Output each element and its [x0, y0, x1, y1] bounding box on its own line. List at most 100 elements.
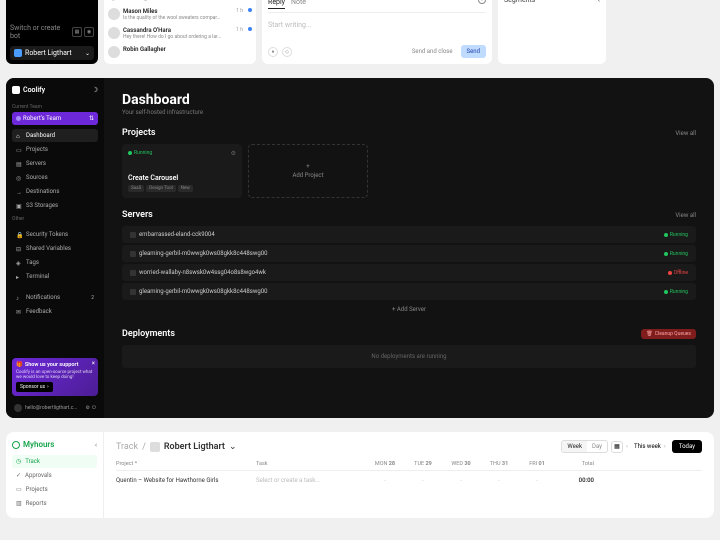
nav-notifications[interactable]: ♪Notifications2 [12, 291, 98, 304]
th-day: WED 30 [442, 461, 480, 467]
servers-heading: Servers [122, 210, 153, 220]
cell-day[interactable]: - [442, 477, 480, 484]
nav-track[interactable]: ◷Track [12, 455, 97, 468]
chat-item[interactable]: Mason Miles Is the quality of the wool s… [108, 6, 252, 23]
nav-tags[interactable]: ◈Tags [12, 256, 98, 269]
bookmark-icon[interactable]: ◇ [282, 47, 292, 57]
cell-project[interactable]: Quentin – Website for Hawthorne Girls [116, 477, 256, 484]
breadcrumb-user[interactable]: Robert Ligthart [164, 442, 225, 452]
server-row[interactable]: gleaming-gerbil-m0wwgk0ws08gkk8c448swg00… [122, 283, 696, 300]
destination-icon: → [16, 189, 22, 195]
chat-list: My order tracking number doesn't work? M… [104, 0, 256, 64]
breadcrumb-section[interactable]: Track [116, 442, 138, 452]
status-dot-icon [664, 233, 668, 237]
nav-feedback[interactable]: ✉Feedback [12, 305, 98, 318]
server-row[interactable]: worried-wallaby-n8swsk0w4ssg04o8s8wgo4wk… [122, 264, 696, 281]
sponsor-button[interactable]: Sponsor us› [16, 382, 53, 392]
server-icon [130, 251, 136, 257]
collapse-icon[interactable]: ‹ [95, 441, 97, 449]
nav-s3[interactable]: ▣S3 Storages [12, 199, 98, 212]
bot-switcher-panel: Switch or create bot ▦ ◉ Robert Ligthart… [6, 0, 98, 64]
user-footer[interactable]: hello@robertligthart.c... ⚙⏻ [12, 400, 98, 412]
chevron-left-icon: ‹ [598, 0, 600, 4]
logout-icon[interactable]: ⏻ [92, 405, 96, 411]
team-dot-icon [16, 116, 21, 121]
storage-icon: ▣ [16, 203, 22, 209]
cleanup-button[interactable]: 🗑Cleanup Queues [641, 329, 696, 339]
cell-task[interactable]: Select or create a task... [256, 477, 366, 484]
coolify-app: Coolify ☽ Current Team Robert's Team ⇅ ⌂… [6, 78, 714, 418]
voice-icon[interactable]: ● [268, 47, 278, 57]
settings-icon[interactable]: ⚙ [86, 405, 90, 411]
bell-icon: ♪ [16, 295, 22, 301]
moon-icon[interactable]: ☽ [92, 86, 98, 94]
nav-terminal[interactable]: ▸Terminal [12, 270, 98, 283]
cell-day[interactable]: - [404, 477, 442, 484]
send-button[interactable]: Send [461, 45, 486, 58]
chat-time: 1 h [236, 8, 243, 14]
chat-item[interactable]: Cassandra O'Hara Hey there! How do I go … [108, 25, 252, 42]
team-selector[interactable]: Robert's Team ⇅ [12, 112, 98, 125]
current-user-chip[interactable]: Robert Ligthart ⌄ [10, 46, 94, 60]
chat-preview: Is the quality of the wool sweaters comp… [123, 15, 223, 21]
add-project-button[interactable]: + Add Project [248, 144, 368, 198]
table-row[interactable]: Quentin – Website for Hawthorne Girls Se… [116, 471, 702, 490]
chat-name: Mason Miles [123, 8, 157, 15]
cell-day[interactable]: - [366, 477, 404, 484]
period-label[interactable]: This week [634, 443, 661, 450]
nav-dashboard[interactable]: ⌂Dashboard [12, 129, 98, 142]
server-icon [130, 270, 136, 276]
avatar-icon [150, 442, 160, 452]
logo-icon [12, 86, 20, 94]
nav-destinations[interactable]: →Destinations [12, 185, 98, 198]
nav-approvals[interactable]: ✓Approvals [12, 469, 97, 482]
support-text: Coolify is an open-source project what w… [16, 370, 94, 380]
logo[interactable]: Coolify ☽ [12, 84, 98, 100]
logo-icon [12, 441, 20, 449]
nav-shared[interactable]: ⊟Shared Variables [12, 242, 98, 255]
folder-icon: ▭ [16, 486, 22, 493]
avatar-icon [14, 404, 22, 412]
logo[interactable]: Myhours ‹ [12, 440, 97, 449]
status-dot-icon [668, 271, 672, 275]
tab-note[interactable]: Note [291, 0, 306, 9]
nav-servers[interactable]: ▤Servers [12, 157, 98, 170]
gift-icon: 🎁 [16, 362, 23, 368]
nav-reports[interactable]: ▥Reports [12, 497, 97, 510]
today-button[interactable]: Today [672, 440, 702, 453]
reply-input[interactable]: Start writing... [268, 13, 486, 43]
calendar-icon[interactable]: ▦ [611, 441, 623, 453]
nav-projects[interactable]: ▭Projects [12, 483, 97, 496]
view-week[interactable]: Week [562, 441, 587, 452]
close-icon[interactable]: × [92, 360, 95, 367]
cell-day[interactable]: - [480, 477, 518, 484]
person-icon[interactable]: ◉ [84, 27, 94, 37]
server-icon [130, 232, 136, 238]
server-row[interactable]: embarrassed-eland-cck9004Running [122, 226, 696, 243]
tab-reply[interactable]: Reply [268, 0, 285, 9]
grid-icon[interactable]: ▦ [72, 27, 82, 37]
help-icon[interactable]: ? [478, 0, 486, 4]
project-card[interactable]: Running ⚙ Create Carousel SaaS Design To… [122, 144, 242, 198]
prev-icon[interactable]: ‹ [626, 443, 631, 450]
send-close-button[interactable]: Send and close [412, 48, 453, 55]
view-all-link[interactable]: View all [675, 212, 696, 219]
nav-tokens[interactable]: 🔒Security Tokens [12, 228, 98, 241]
chat-item[interactable]: Robin Gallagher [108, 44, 252, 60]
view-day[interactable]: Day [587, 441, 607, 452]
gear-icon[interactable]: ⚙ [231, 150, 236, 157]
view-all-link[interactable]: View all [675, 130, 696, 137]
chat-name: Robin Gallagher [123, 46, 166, 53]
nav-projects[interactable]: ▭Projects [12, 143, 98, 156]
add-server-button[interactable]: + Add Server [122, 302, 696, 317]
cell-day[interactable]: - [518, 477, 556, 484]
page-subtitle: Your self-hosted infrastructure [122, 109, 696, 116]
nav-sources[interactable]: ◎Sources [12, 171, 98, 184]
sidebar: Myhours ‹ ◷Track ✓Approvals ▭Projects ▥R… [6, 432, 104, 518]
server-row[interactable]: gleaming-gerbil-m0wwgk0ws08gkk8c448swg00… [122, 245, 696, 262]
chat-item[interactable]: My order tracking number doesn't work? [108, 0, 252, 4]
avatar-icon [108, 27, 120, 39]
next-icon[interactable]: › [664, 443, 669, 450]
chevron-down-icon[interactable]: ⌄ [229, 442, 237, 452]
segments-panel[interactable]: Segments ‹ [498, 0, 606, 64]
